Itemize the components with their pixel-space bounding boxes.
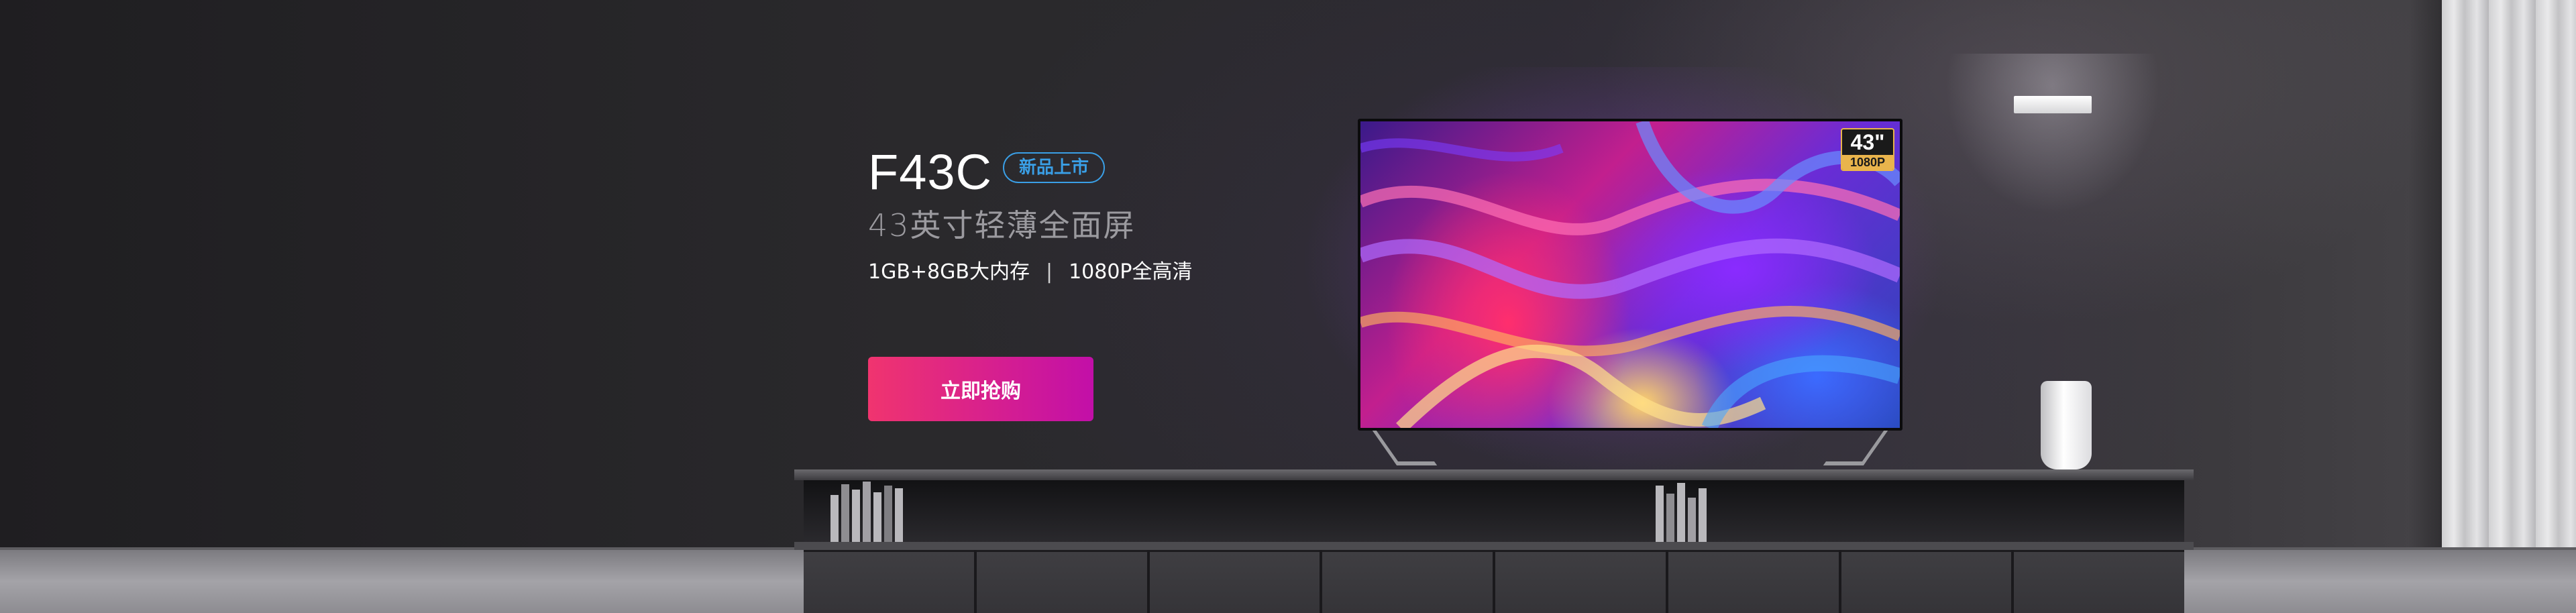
tv-badge-resolution: 1080P — [1842, 155, 1893, 170]
cabinet-drawer — [1322, 550, 1493, 613]
cabinet-drawer — [1668, 550, 1839, 613]
tv-screen-artwork — [1360, 121, 1900, 428]
wall-lamp — [2014, 96, 2092, 113]
spec-resolution: 1080P全高清 — [1069, 260, 1193, 284]
cabinet-drawer — [1149, 550, 1320, 613]
product-specs: 1GB+8GB大内存 | 1080P全高清 — [868, 259, 1338, 286]
lamp-glow — [1945, 54, 2160, 215]
cabinet-drawer — [2014, 550, 2184, 613]
tv-size-badge: 43" 1080P — [1841, 128, 1894, 171]
product-banner[interactable]: 43" 1080P F43C 新品上市 43英寸轻薄全面屏 1GB+8GB大内存… — [0, 0, 2576, 613]
cabinet-drawers — [804, 550, 2184, 613]
title-row: F43C 新品上市 — [868, 144, 1338, 201]
product-subtitle: 43英寸轻薄全面屏 — [868, 207, 1136, 243]
buy-now-button[interactable]: 立即抢购 — [868, 357, 1093, 421]
cabinet-shelf — [794, 542, 2194, 550]
tv-product-image[interactable]: 43" 1080P — [1358, 119, 1902, 431]
spec-memory: 1GB+8GB大内存 — [868, 260, 1030, 284]
spec-separator: | — [1045, 260, 1053, 284]
tv-cabinet — [794, 469, 2194, 613]
cabinet-drawer — [1495, 550, 1666, 613]
books-right — [1656, 483, 1707, 542]
tv-badge-size: 43" — [1850, 130, 1885, 154]
product-model: F43C — [868, 144, 992, 200]
curtain — [2442, 0, 2576, 613]
cabinet-open-shelf — [804, 480, 2184, 542]
books-left — [830, 482, 903, 542]
new-arrival-badge: 新品上市 — [1002, 152, 1105, 183]
cabinet-drawer — [1841, 550, 2012, 613]
white-vase — [2041, 381, 2092, 469]
tv-screen: 43" 1080P — [1360, 121, 1900, 428]
cabinet-top — [794, 469, 2194, 480]
hero-text: F43C 新品上市 43英寸轻薄全面屏 1GB+8GB大内存 | 1080P全高清 — [868, 144, 1338, 286]
cabinet-drawer — [804, 550, 974, 613]
cabinet-drawer — [976, 550, 1147, 613]
